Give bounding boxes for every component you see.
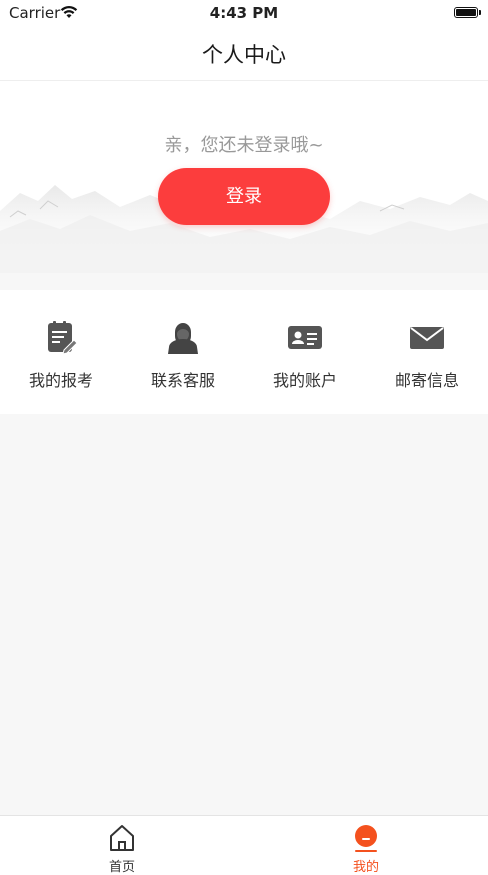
menu-item-customer-service[interactable]: 联系客服: [122, 290, 244, 414]
menu-item-mailing-info[interactable]: 邮寄信息: [366, 290, 488, 414]
clock: 4:43 PM: [209, 4, 279, 22]
menu-item-my-exams[interactable]: 我的报考: [0, 290, 122, 414]
tab-home[interactable]: 首页: [0, 816, 244, 875]
login-hint-text: 亲，您还未登录哦~: [164, 135, 324, 156]
login-button[interactable]: 登录: [158, 168, 330, 225]
menu-label-my-exams: 我的报考: [28, 371, 93, 390]
tab-label-mine: 我的: [352, 860, 379, 875]
navigation-bar: 个人中心: [0, 26, 488, 81]
envelope-icon: [410, 327, 444, 349]
tab-label-home: 首页: [108, 860, 135, 875]
tab-bar: 首页 我的: [0, 815, 488, 875]
battery-icon: [454, 7, 481, 18]
tab-mine[interactable]: 我的: [244, 816, 488, 875]
menu-label-customer-service: 联系客服: [150, 371, 215, 390]
page-title: 个人中心: [202, 43, 286, 67]
home-icon: [110, 825, 134, 851]
login-header: 亲，您还未登录哦~ 登录: [0, 81, 488, 273]
menu-label-mailing-info: 邮寄信息: [394, 371, 459, 390]
menu-item-my-account[interactable]: 我的账户: [244, 290, 366, 414]
status-bar: Carrier 4:43 PM: [0, 0, 488, 26]
feature-menu: 我的报考 联系客服 我的账户 邮寄信息: [0, 290, 488, 414]
exam-icon: [48, 321, 78, 354]
id-card-icon: [288, 326, 322, 349]
profile-icon: [355, 825, 377, 852]
menu-label-my-account: 我的账户: [272, 371, 337, 390]
customer-service-icon: [168, 323, 198, 354]
